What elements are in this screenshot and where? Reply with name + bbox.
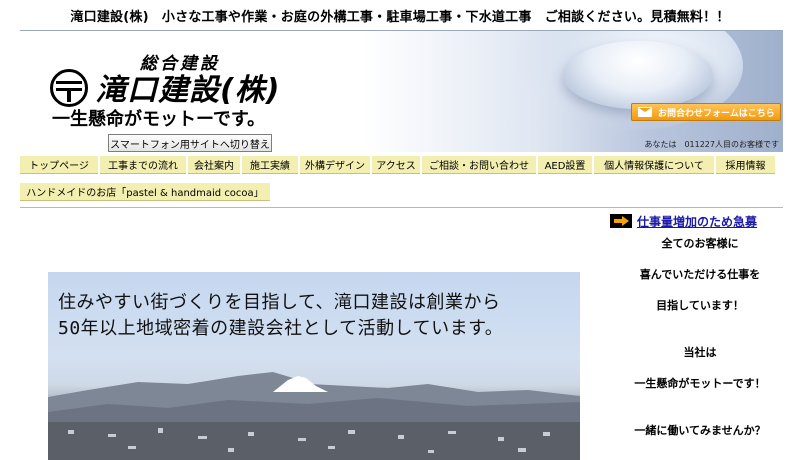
nav-item-flow[interactable]: 工事までの流れ — [100, 156, 186, 174]
nav-item-company[interactable]: 会社案内 — [188, 156, 240, 174]
hero-caption-line-2: 50年以上地域密着の建設会社として活動しています。 — [58, 318, 504, 339]
sidebar-text-5: 一生懸命がモットーです！ — [634, 377, 766, 390]
logo-mark-icon — [50, 69, 88, 107]
hero-caption-line-1: 住みやすい街づくりを目指して、滝口建設は創業から — [58, 292, 501, 313]
nav-item-works[interactable]: 施工実績 — [242, 156, 298, 174]
sidebar-text-6: 一緒に働いてみませんか？ — [634, 424, 766, 437]
secondary-nav: ハンドメイドのお店「pastel & handmaid cocoa」 — [20, 183, 270, 201]
nav-item-aed[interactable]: AED設置 — [538, 156, 592, 174]
header-decoration — [563, 41, 713, 109]
arrow-right-icon — [610, 214, 632, 228]
top-banner: 滝口建設(株) 小さな工事や作業・お庭の外構工事・駐車場工事・下水道工事 ご相談… — [70, 9, 730, 25]
motto: 一生懸命がモットーです。 — [52, 109, 266, 130]
sidebar-text-3: 目指しています！ — [656, 299, 744, 312]
logo-company-name: 滝口建設(株) — [96, 73, 281, 108]
nav-item-access[interactable]: アクセス — [372, 156, 420, 174]
sidebar-text-2: 喜んでいただける仕事を — [639, 268, 761, 281]
nav-item-privacy[interactable]: 個人情報保護について — [594, 156, 714, 174]
visitor-counter: あなたは 011227人目のお客様です — [644, 140, 779, 149]
sidebar-text-1: 全てのお客様に — [661, 237, 739, 250]
nav-item-contact[interactable]: ご相談・お問い合わせ — [422, 156, 536, 174]
hero-image: 住みやすい街づくりを目指して、滝口建設は創業から 50年以上地域密着の建設会社と… — [48, 272, 580, 460]
sidebar-text-4: 当社は — [683, 346, 717, 359]
contact-form-label: お問合わせフォームはこちら — [658, 108, 775, 119]
main-nav: トップページ 工事までの流れ 会社案内 施工実績 外構デザイン アクセス ご相談… — [20, 156, 783, 174]
nav-item-recruit[interactable]: 採用情報 — [716, 156, 775, 174]
sidebar: 仕事量増加のため急募 全てのお客様に 喜んでいただける仕事を 目指しています！ … — [610, 213, 790, 437]
hero-caption: 住みやすい街づくりを目指して、滝口建設は創業から 50年以上地域密着の建設会社と… — [58, 290, 503, 342]
header: 総合建設 滝口建設(株) 一生懸命がモットーです。 スマートフォン用サイトへ切り… — [20, 30, 783, 152]
nav-item-top[interactable]: トップページ — [20, 156, 98, 174]
smartphone-site-button[interactable]: スマートフォン用サイトへ切り替え — [108, 134, 272, 152]
divider — [20, 207, 783, 208]
contact-form-button[interactable]: お問合わせフォームはこちら — [631, 103, 781, 121]
mail-icon — [638, 107, 652, 117]
recruit-link[interactable]: 仕事量増加のため急募 — [637, 213, 757, 230]
nav-item-handmade-shop[interactable]: ハンドメイドのお店「pastel & handmaid cocoa」 — [20, 183, 270, 201]
nav-item-exterior-design[interactable]: 外構デザイン — [300, 156, 370, 174]
recruit-link-row[interactable]: 仕事量増加のため急募 — [610, 213, 790, 229]
